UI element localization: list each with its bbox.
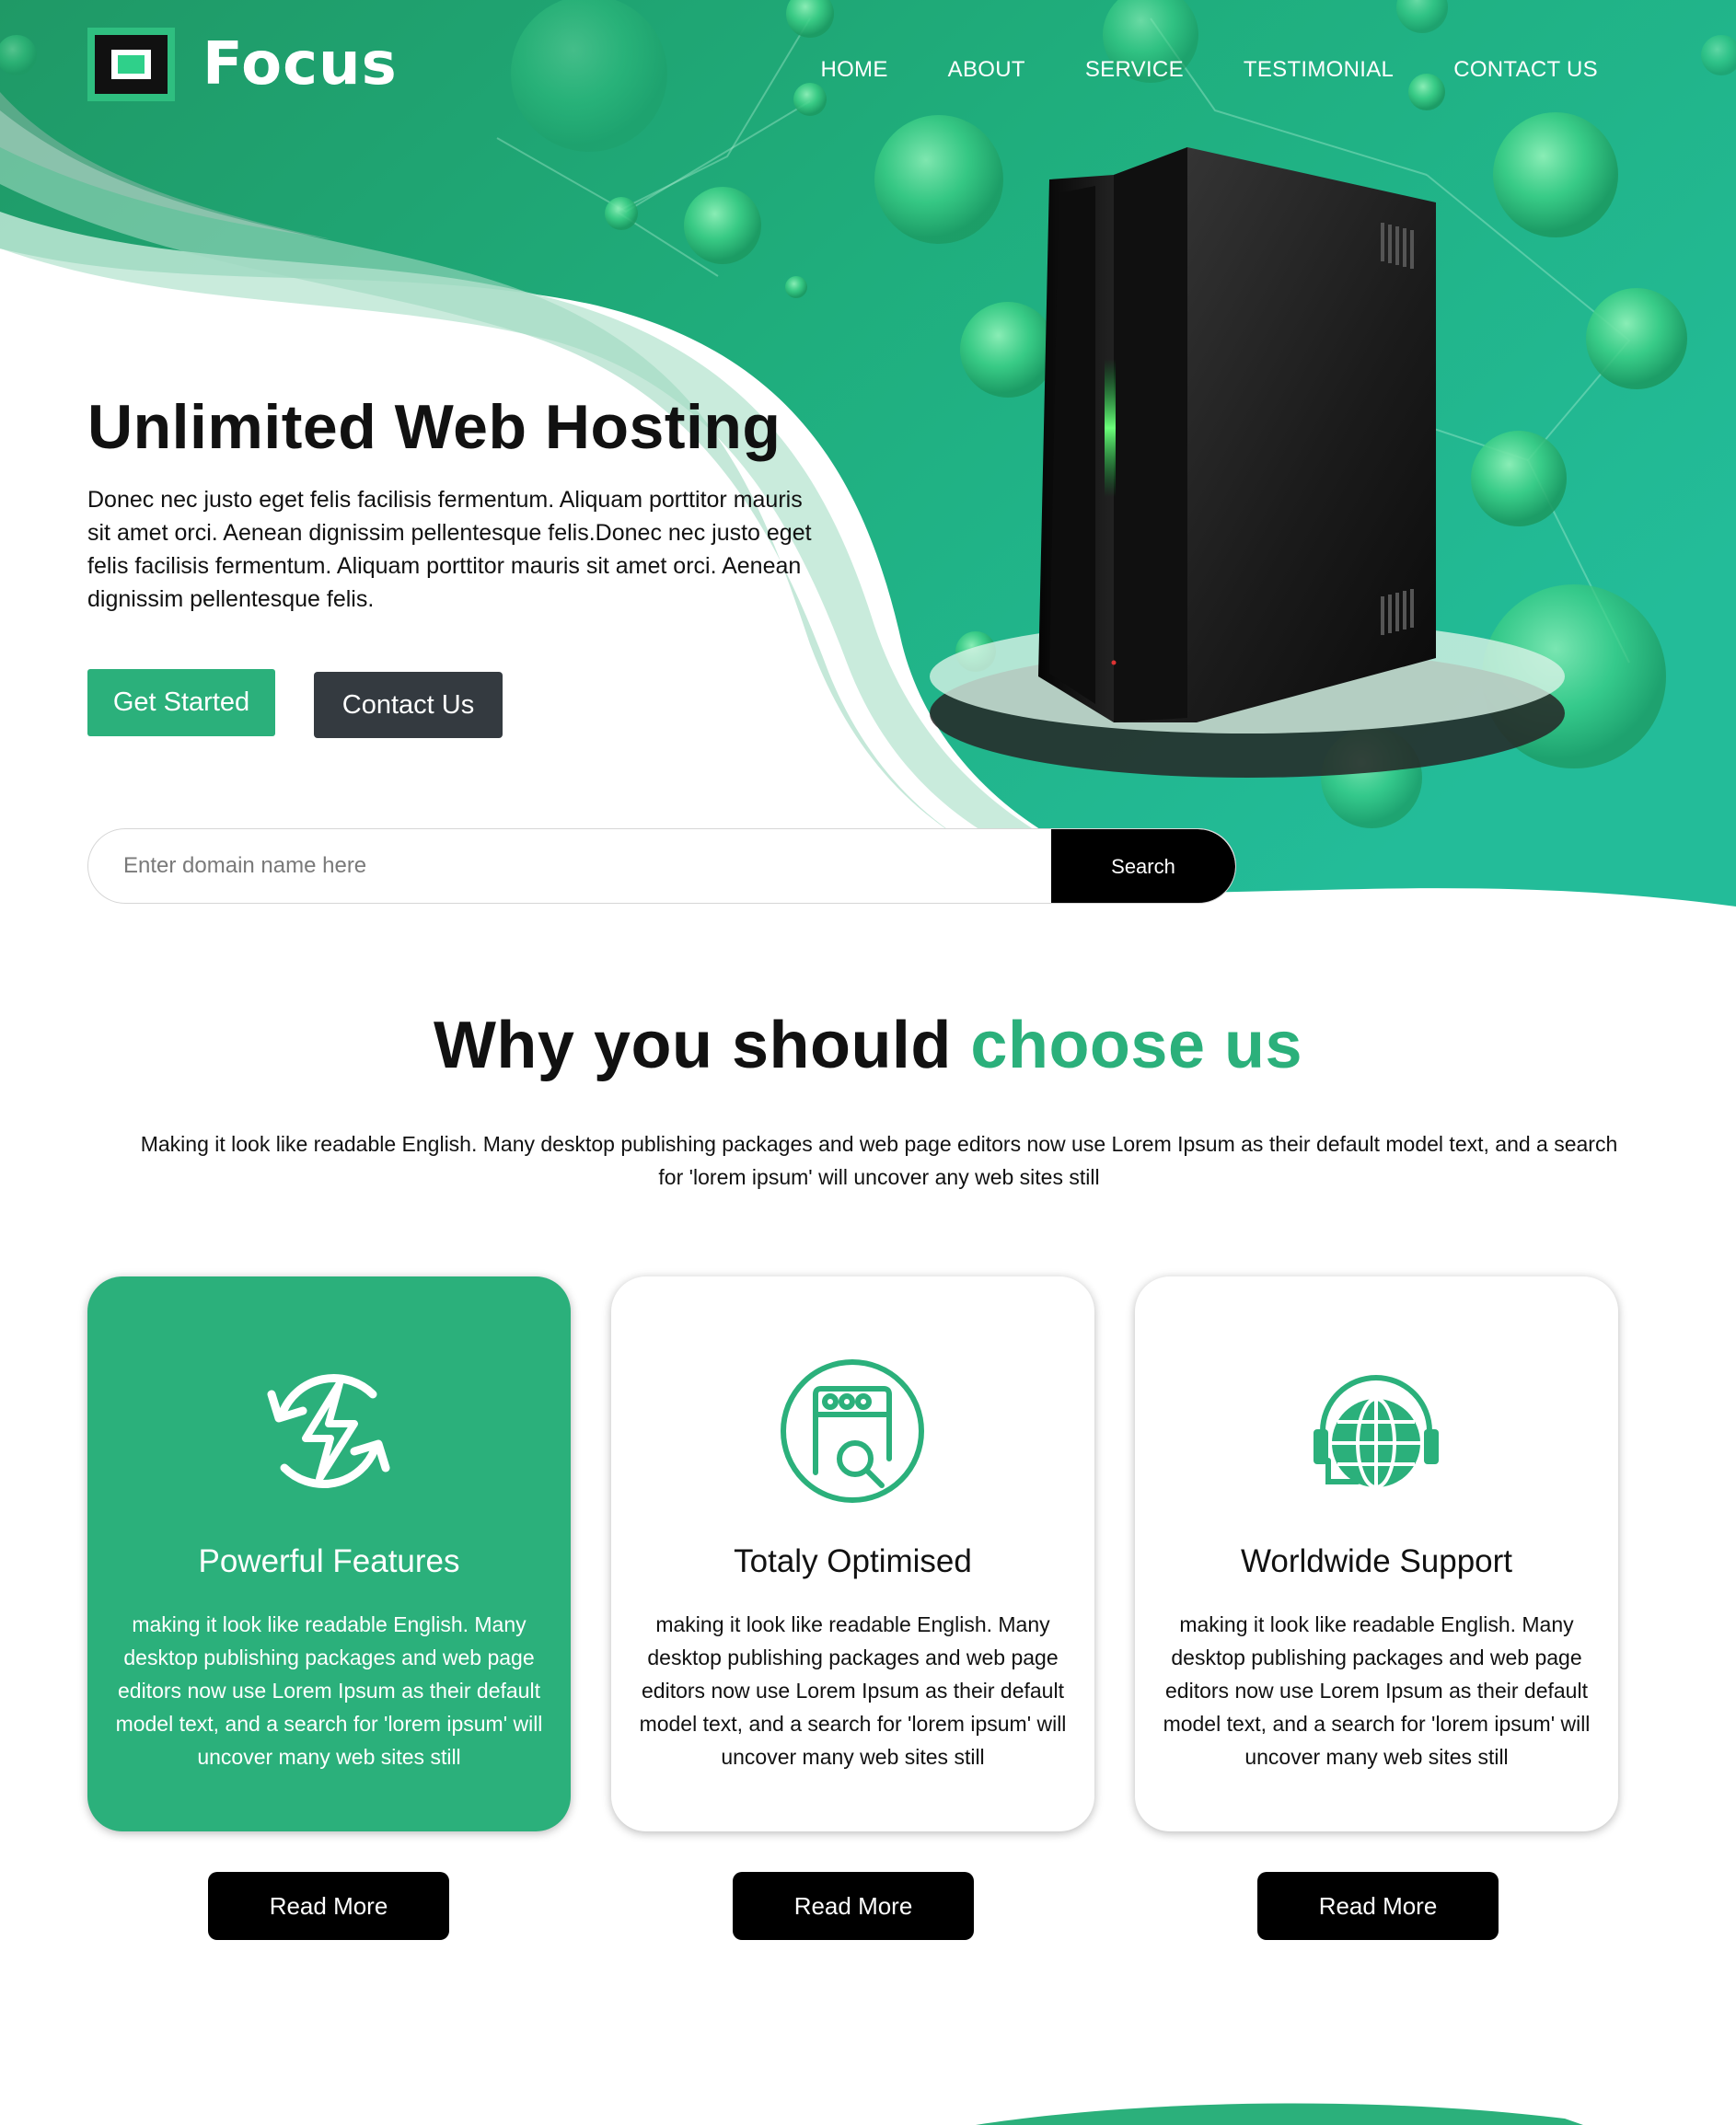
card-text: making it look like readable English. Ma… <box>115 1612 543 1769</box>
read-more-button[interactable]: Read More <box>208 1872 449 1940</box>
brand-logo[interactable]: Focus <box>87 28 398 101</box>
feature-card-support: Worldwide Support making it look like re… <box>1135 1276 1618 1831</box>
lightning-refresh-icon <box>267 1374 390 1488</box>
globe-headset-icon <box>1314 1375 1439 1489</box>
read-more-button[interactable]: Read More <box>733 1872 974 1940</box>
hero-section: Focus HOME ABOUT SERVICE TESTIMONIAL CON… <box>0 0 1736 920</box>
server-illustration <box>930 147 1565 778</box>
card-text: making it look like readable English. Ma… <box>1163 1612 1591 1769</box>
nav-item-service[interactable]: SERVICE <box>1085 57 1184 83</box>
nav-item-testimonial[interactable]: TESTIMONIAL <box>1244 57 1394 83</box>
feature-card-optimised: Totaly Optimised making it look like rea… <box>611 1276 1094 1831</box>
card-title: Totaly Optimised <box>734 1543 972 1579</box>
domain-search-bar: Search <box>87 828 1236 904</box>
card-title: Powerful Features <box>198 1543 460 1579</box>
nav-item-home[interactable]: HOME <box>820 57 887 83</box>
browser-search-icon <box>781 1359 924 1503</box>
brand-name: Focus <box>203 30 398 98</box>
main-nav: HOME ABOUT SERVICE TESTIMONIAL CONTACT U… <box>760 57 1598 83</box>
card-text: making it look like readable English. Ma… <box>639 1612 1067 1769</box>
logo-mark-icon <box>87 28 175 101</box>
nav-item-about[interactable]: ABOUT <box>948 57 1025 83</box>
get-started-button[interactable]: Get Started <box>87 669 275 736</box>
nav-item-contact-us[interactable]: CONTACT US <box>1453 57 1598 83</box>
why-section-text: Making it look like readable English. Ma… <box>140 1132 1618 1189</box>
domain-search-input[interactable] <box>88 829 1051 903</box>
hero-description: Donec nec justo eget felis facilisis fer… <box>87 487 812 612</box>
why-section-title: Why you should choose us <box>0 1008 1736 1083</box>
read-more-button[interactable]: Read More <box>1257 1872 1499 1940</box>
search-button[interactable]: Search <box>1051 829 1235 903</box>
footer-wave-decoration <box>976 2103 1583 2125</box>
feature-card-powerful: Powerful Features making it look like re… <box>87 1276 571 1831</box>
contact-us-button[interactable]: Contact Us <box>314 672 503 738</box>
why-title-accent: choose us <box>970 1009 1303 1082</box>
why-title-plain: Why you should <box>433 1009 971 1082</box>
hero-title: Unlimited Web Hosting <box>87 392 781 462</box>
card-title: Worldwide Support <box>1240 1543 1513 1579</box>
